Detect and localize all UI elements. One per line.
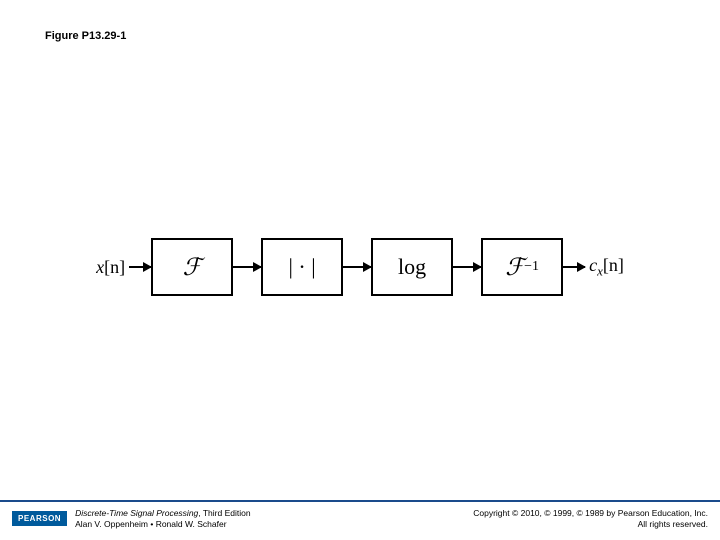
input-index: [n] (104, 257, 125, 277)
inverse-exponent: −1 (524, 259, 539, 275)
book-info: Discrete-Time Signal Processing, Third E… (75, 508, 251, 530)
block-diagram: x[n] ℱ | · | log ℱ−1 cx[n] (20, 238, 700, 296)
input-var: x (96, 257, 104, 277)
fourier-symbol: ℱ (183, 253, 202, 282)
footer-right: Copyright © 2010, © 1999, © 1989 by Pear… (473, 508, 708, 530)
output-signal-label: cx[n] (585, 255, 628, 280)
log-symbol: log (398, 254, 426, 280)
arrow (343, 266, 371, 268)
footer: PEARSON Discrete-Time Signal Processing,… (0, 500, 720, 540)
arrow (563, 266, 585, 268)
book-title: Discrete-Time Signal Processing (75, 508, 198, 518)
book-authors: Alan V. Oppenheim • Ronald W. Schafer (75, 519, 251, 530)
footer-left: PEARSON Discrete-Time Signal Processing,… (12, 508, 251, 530)
input-signal-label: x[n] (92, 257, 129, 278)
arrow (129, 266, 151, 268)
log-block: log (371, 238, 453, 296)
copyright-line: Copyright © 2010, © 1999, © 1989 by Pear… (473, 508, 708, 519)
magnitude-symbol: | · | (289, 254, 316, 280)
magnitude-block: | · | (261, 238, 343, 296)
book-edition: , Third Edition (198, 508, 250, 518)
pearson-logo: PEARSON (12, 511, 67, 526)
arrow (453, 266, 481, 268)
figure-title: Figure P13.29-1 (45, 30, 126, 42)
output-index: [n] (603, 255, 624, 275)
fourier-block: ℱ (151, 238, 233, 296)
arrow (233, 266, 261, 268)
inverse-fourier-block: ℱ−1 (481, 238, 563, 296)
rights-line: All rights reserved. (473, 519, 708, 530)
output-var: c (589, 255, 597, 275)
inverse-fourier-symbol: ℱ (505, 253, 524, 282)
